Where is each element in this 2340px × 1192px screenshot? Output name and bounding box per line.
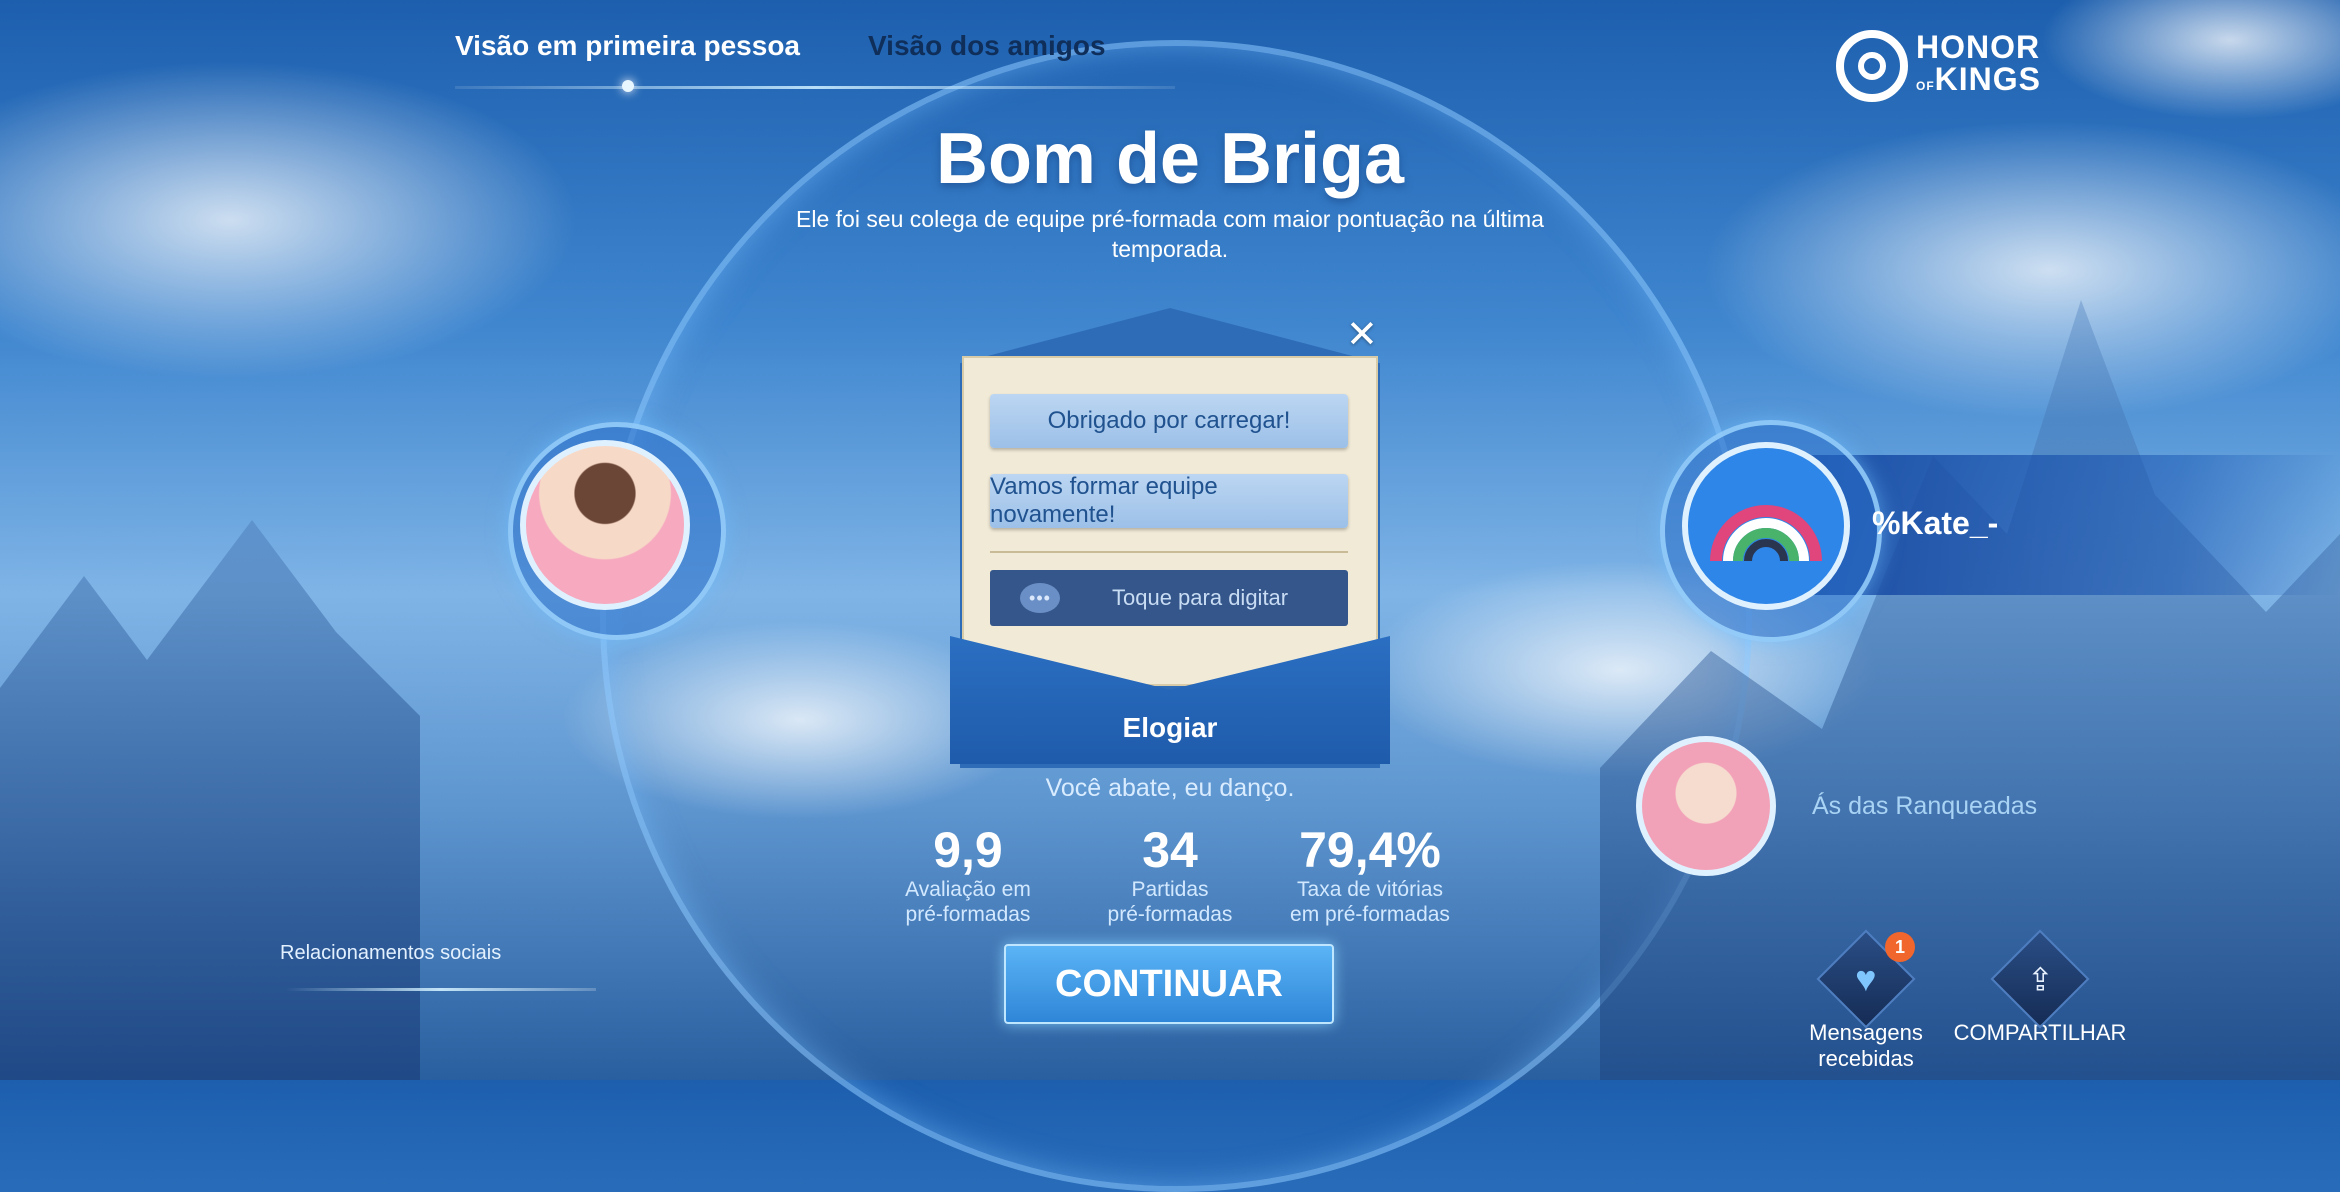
message-input-placeholder: Toque para digitar: [1112, 585, 1289, 610]
stat-winrate-label: Taxa de vitórias em pré-formadas: [1290, 878, 1450, 926]
messages-badge: 1: [1885, 932, 1915, 962]
share-icon: ⇪: [1990, 929, 2090, 1029]
page-subtitle: Ele foi seu colega de equipe pré-formada…: [796, 206, 1544, 262]
social-relations-bar: [286, 988, 596, 991]
teammate-avatar[interactable]: [1682, 442, 1850, 610]
received-messages-button[interactable]: ♥ Mensagens recebidas: [1800, 929, 1932, 1072]
active-tab-indicator: [622, 80, 634, 92]
own-avatar[interactable]: [520, 440, 690, 610]
chat-bubble-icon: •••: [1020, 583, 1060, 613]
stat-rating-value: 9,9: [933, 822, 1003, 878]
logo-text: HONOR OFKINGS: [1916, 28, 2042, 97]
stat-matches-label: Partidas pré-formadas: [1107, 878, 1233, 926]
social-relations-label[interactable]: Relacionamentos sociais: [280, 942, 501, 965]
share-button[interactable]: ⇪ COMPARTILHAR: [1950, 929, 2130, 1046]
honor-of-kings-logo: HONOR OFKINGS: [1836, 30, 2041, 102]
logo-icon: [1836, 30, 1908, 102]
close-icon[interactable]: ✕: [1346, 316, 1378, 354]
message-input[interactable]: ••• Toque para digitar: [990, 570, 1348, 626]
page-title: Bom de Briga: [935, 119, 1405, 199]
message-option-thanks[interactable]: Obrigado por carregar!: [990, 394, 1348, 448]
praise-button[interactable]: Elogiar: [950, 712, 1390, 744]
stat-matches-value: 34: [1142, 822, 1198, 878]
tab-first-person-view[interactable]: Visão em primeira pessoa: [455, 30, 800, 62]
stat-rating-label: Avaliação em pré-formadas: [905, 878, 1031, 926]
rank-avatar: [1636, 736, 1776, 876]
teammate-quote: Você abate, eu danço.: [1045, 774, 1295, 802]
message-option-team-again[interactable]: Vamos formar equipe novamente!: [990, 473, 1348, 528]
stat-rating: 9,9 Avaliação em pré-formadas: [868, 823, 1068, 927]
view-tabs: Visão em primeira pessoa Visão dos amigo…: [455, 30, 1106, 62]
card-divider: [990, 551, 1348, 553]
teammate-name: %Kate_-: [1872, 505, 1999, 541]
stat-matches: 34 Partidas pré-formadas: [1070, 823, 1270, 927]
rainbow-icon: [1710, 505, 1822, 562]
stat-winrate-value: 79,4%: [1299, 822, 1441, 878]
tab-friends-view[interactable]: Visão dos amigos: [868, 30, 1106, 62]
tab-underline: [455, 86, 1175, 89]
stat-winrate: 79,4% Taxa de vitórias em pré-formadas: [1270, 823, 1470, 927]
continue-button[interactable]: CONTINUAR: [1004, 944, 1334, 1024]
